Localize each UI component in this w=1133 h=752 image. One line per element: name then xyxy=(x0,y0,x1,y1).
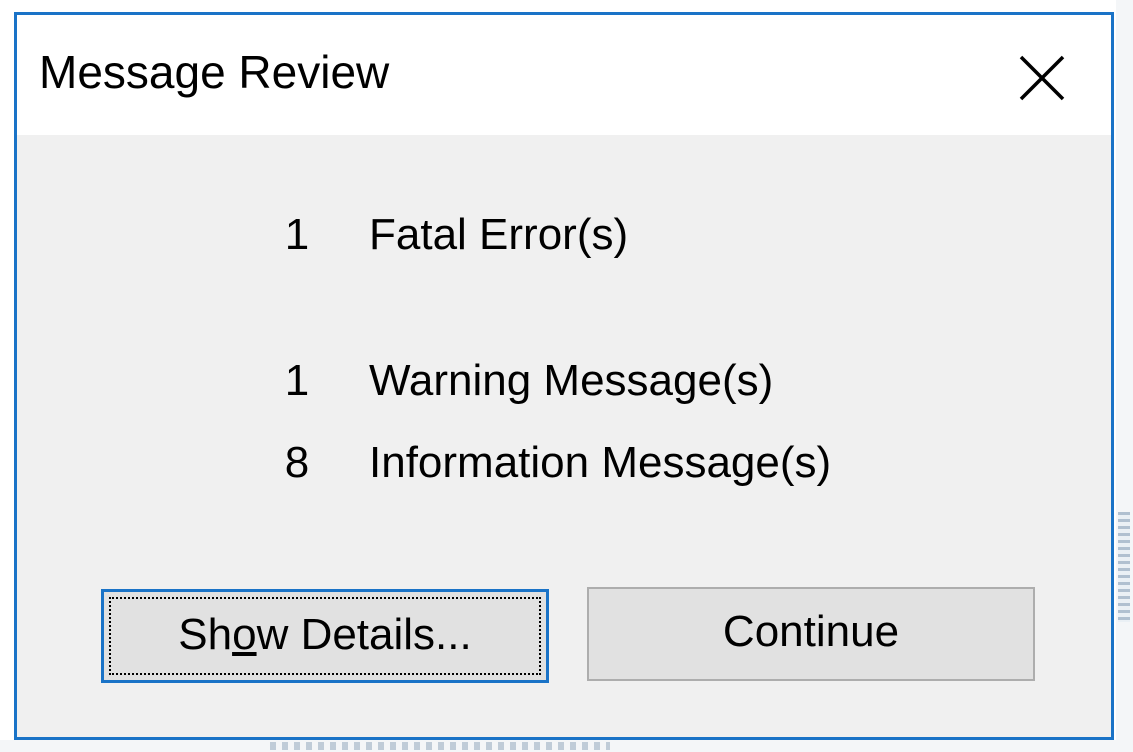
information-message-label: Information Message(s) xyxy=(369,438,832,487)
information-message-count: 8 xyxy=(284,438,310,487)
dialog-title: Message Review xyxy=(39,46,390,98)
fatal-error-label: Fatal Error(s) xyxy=(369,210,629,259)
close-icon xyxy=(1019,55,1065,101)
show-details-mnemonic: o xyxy=(232,610,257,659)
show-details-label-start: Sh xyxy=(178,610,233,659)
continue-button[interactable]: Continue xyxy=(587,587,1035,681)
show-details-button[interactable]: Show Details... xyxy=(101,589,549,683)
show-details-label-end: w Details... xyxy=(256,610,472,659)
fatal-error-count: 1 xyxy=(284,210,310,259)
background-window-bottom xyxy=(0,740,1133,752)
background-window-fragment xyxy=(270,742,610,750)
warning-message-count: 1 xyxy=(284,356,310,405)
screen: Message Review 1 Fatal Error(s) 1 Warnin… xyxy=(0,0,1133,752)
message-summary: 1 Fatal Error(s) 1 Warning Message(s) 8 … xyxy=(17,135,1111,585)
warning-message-label: Warning Message(s) xyxy=(369,356,774,405)
close-button[interactable] xyxy=(1007,43,1077,113)
background-window-edge xyxy=(1116,0,1133,752)
message-review-dialog: Message Review 1 Fatal Error(s) 1 Warnin… xyxy=(14,12,1114,740)
background-window-fragment xyxy=(1118,512,1130,622)
title-bar: Message Review xyxy=(17,15,1111,135)
